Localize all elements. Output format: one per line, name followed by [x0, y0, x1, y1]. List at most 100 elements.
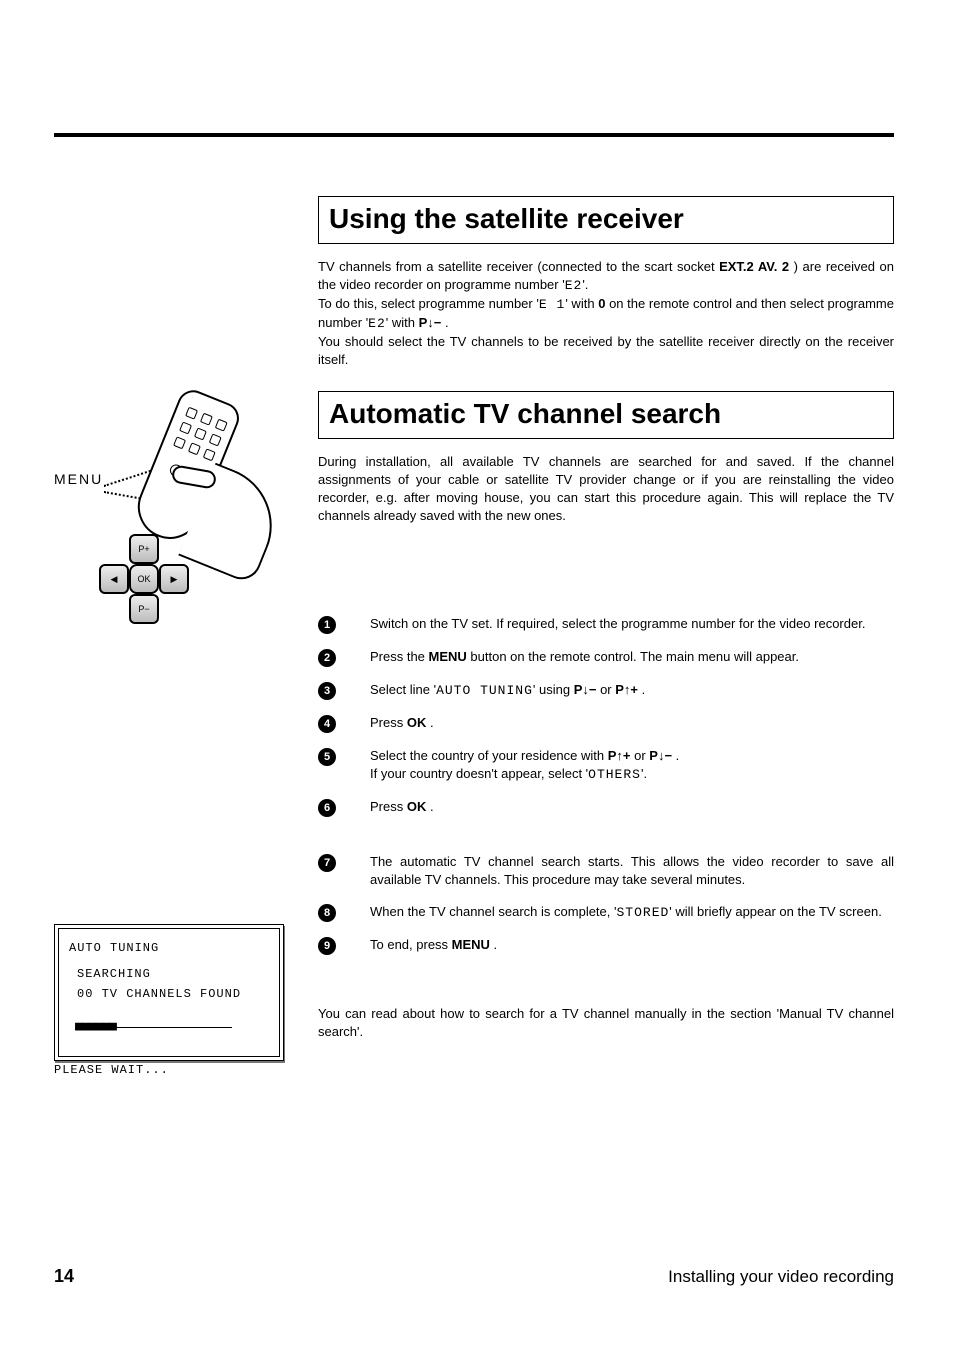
dpad-ok: OK	[129, 564, 159, 594]
step-4: 4 Press OK .	[318, 714, 894, 733]
text-run: ' with	[565, 296, 598, 311]
step-text: Select line 'AUTO TUNING' using P↓− or P…	[370, 681, 894, 700]
osd-line-searching: SEARCHING	[69, 967, 269, 981]
text-run: '.	[582, 277, 588, 292]
text-run: ' using	[533, 682, 574, 697]
text-run: ' with	[386, 315, 419, 330]
menu-key: MENU	[429, 649, 467, 664]
mono-stored: STORED	[616, 905, 669, 920]
segment-e2: E2	[368, 316, 386, 331]
page: MENU P+ ◀ OK ▶ P−	[0, 0, 954, 1351]
left-column: MENU P+ ◀ OK ▶ P−	[54, 392, 284, 612]
step-number-badge: 8	[318, 904, 336, 922]
step-number-badge: 1	[318, 616, 336, 634]
step-1: 1 Switch on the TV set. If required, sel…	[318, 615, 894, 634]
osd-line-auto-tuning: AUTO TUNING	[69, 941, 269, 955]
dpad-up: P+	[129, 534, 159, 564]
section-title-auto: Automatic TV channel search	[329, 398, 883, 430]
remote-illustration: MENU P+ ◀ OK ▶ P−	[54, 392, 284, 612]
step-3: 3 Select line 'AUTO TUNING' using P↓− or…	[318, 681, 894, 700]
osd-progress: ■■■■■■	[75, 1019, 269, 1034]
footer-title: Installing your video recording	[668, 1267, 894, 1287]
p-up-key: P↑+	[615, 682, 638, 697]
menu-key: MENU	[452, 937, 490, 952]
step-text: Switch on the TV set. If required, selec…	[370, 615, 894, 633]
text-run: The automatic TV channel search starts. …	[370, 854, 894, 887]
text-run: If your country doesn't appear, select '	[370, 766, 588, 781]
scart-label: EXT.2 AV. 2	[719, 259, 789, 274]
step-2: 2 Press the MENU button on the remote co…	[318, 648, 894, 667]
section-title-box-auto: Automatic TV channel search	[318, 391, 894, 439]
step-number-badge: 7	[318, 854, 336, 872]
step-text: To end, press MENU .	[370, 936, 894, 954]
text-run: Press the	[370, 649, 429, 664]
text-run: Select line '	[370, 682, 436, 697]
page-number: 14	[54, 1266, 74, 1287]
step-7: 7 The automatic TV channel search starts…	[318, 853, 894, 889]
step-text: Press OK .	[370, 798, 894, 816]
ok-key: OK	[407, 799, 427, 814]
step-5: 5 Select the country of your residence w…	[318, 747, 894, 784]
mono-others: OTHERS	[588, 767, 641, 782]
segment-e2: E2	[565, 278, 583, 293]
text-run: .	[426, 799, 433, 814]
mono-auto-tuning: AUTO TUNING	[436, 683, 533, 698]
section-title-satellite: Using the satellite receiver	[329, 203, 883, 235]
osd-progress-filled: ■■■■■■	[75, 1019, 116, 1034]
text-run: .	[672, 748, 679, 763]
osd-outer: AUTO TUNING SEARCHING 00 TV CHANNELS FOU…	[54, 924, 284, 1061]
text-run: .	[638, 682, 645, 697]
segment-e1: E 1	[539, 297, 565, 312]
dpad-right: ▶	[159, 564, 189, 594]
dpad-down: P−	[129, 594, 159, 624]
text-run: TV channels from a satellite receiver (c…	[318, 259, 719, 274]
osd-progress-track	[114, 1027, 232, 1028]
satellite-paragraph: TV channels from a satellite receiver (c…	[318, 258, 894, 369]
text-run: ' will briefly appear on the TV screen.	[669, 904, 882, 919]
text-run: Press	[370, 799, 407, 814]
text-run: Switch on the TV set. If required, selec…	[370, 616, 865, 631]
step-list: 1 Switch on the TV set. If required, sel…	[318, 615, 894, 955]
text-run: or	[631, 748, 650, 763]
step-text: Press OK .	[370, 714, 894, 732]
text-run: button on the remote control. The main m…	[467, 649, 799, 664]
header-rule	[54, 133, 894, 137]
p-down-key: P↓−	[574, 682, 597, 697]
step-6: 6 Press OK .	[318, 798, 894, 817]
p-down-key: P↓−	[419, 315, 442, 330]
text-run: .	[441, 315, 448, 330]
closing-paragraph: You can read about how to search for a T…	[318, 1005, 894, 1041]
footer: 14 Installing your video recording	[54, 1266, 894, 1287]
p-up-key: P↑+	[608, 748, 631, 763]
auto-intro-paragraph: During installation, all available TV ch…	[318, 453, 894, 525]
step-text: Select the country of your residence wit…	[370, 747, 894, 784]
text-run: Press	[370, 715, 407, 730]
section-title-box-satellite: Using the satellite receiver	[318, 196, 894, 244]
step-text: When the TV channel search is complete, …	[370, 903, 894, 922]
step-number-badge: 9	[318, 937, 336, 955]
ok-key: OK	[407, 715, 427, 730]
step-number-badge: 2	[318, 649, 336, 667]
text-run: .	[490, 937, 497, 952]
step-number-badge: 4	[318, 715, 336, 733]
dpad-left: ◀	[99, 564, 129, 594]
step-text: Press the MENU button on the remote cont…	[370, 648, 894, 666]
step-number-badge: 6	[318, 799, 336, 817]
text-run: When the TV channel search is complete, …	[370, 904, 616, 919]
p-down-key: P↓−	[649, 748, 672, 763]
step-8: 8 When the TV channel search is complete…	[318, 903, 894, 922]
osd-line-channels-found: 00 TV CHANNELS FOUND	[69, 987, 269, 1001]
text-run: .	[426, 715, 433, 730]
text-run: To end, press	[370, 937, 452, 952]
osd-inner: AUTO TUNING SEARCHING 00 TV CHANNELS FOU…	[58, 928, 280, 1057]
dpad-icon: P+ ◀ OK ▶ P−	[102, 542, 186, 626]
step-text: The automatic TV channel search starts. …	[370, 853, 894, 889]
right-column: Using the satellite receiver TV channels…	[318, 196, 894, 1041]
step-number-badge: 5	[318, 748, 336, 766]
text-run: You should select the TV channels to be …	[318, 334, 894, 367]
osd-please-wait: PLEASE WAIT...	[54, 1063, 284, 1077]
text-run: or	[596, 682, 615, 697]
text-run: Select the country of your residence wit…	[370, 748, 608, 763]
step-9: 9 To end, press MENU .	[318, 936, 894, 955]
osd-box: AUTO TUNING SEARCHING 00 TV CHANNELS FOU…	[54, 924, 284, 1077]
